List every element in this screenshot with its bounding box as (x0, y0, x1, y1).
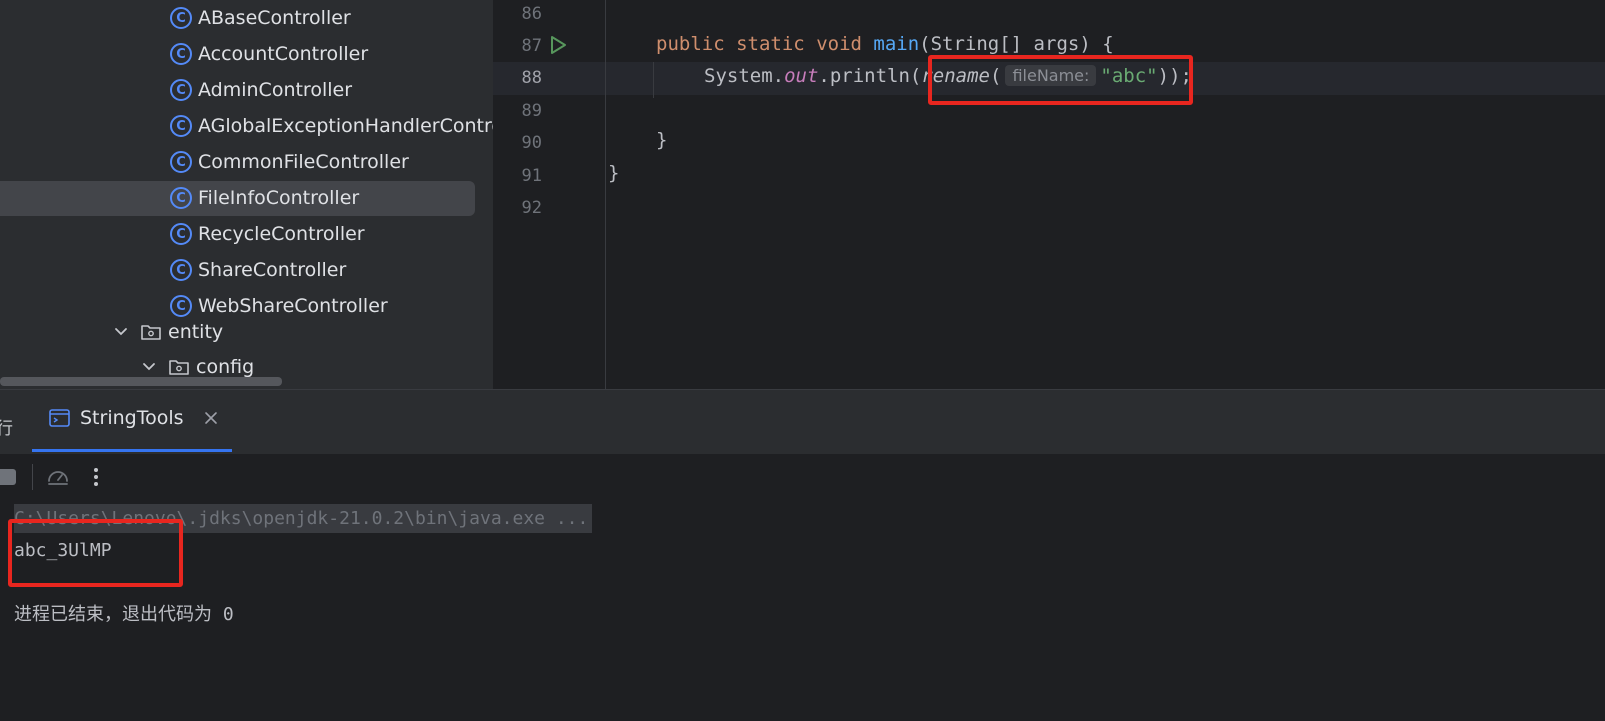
class-icon: C (170, 259, 192, 281)
line-number: 88 (521, 68, 542, 88)
tree-item-class[interactable]: C CommonFileController (0, 144, 493, 180)
console-output[interactable]: C:\Users\Lenovo\.jdks\openjdk-21.0.2\bin… (0, 500, 1605, 721)
keyword: static (736, 33, 805, 55)
code-line-90: } (656, 129, 668, 151)
code-text: ( (990, 65, 1002, 87)
folder-entity[interactable]: entity (0, 314, 493, 350)
code-text: .println( (818, 65, 922, 87)
chevron-down-icon[interactable] (140, 358, 158, 376)
tab-stringtools[interactable]: StringTools (49, 403, 218, 433)
class-icon: C (170, 151, 192, 173)
horizontal-scrollbar[interactable] (0, 377, 282, 386)
tree-item-label: ShareController (198, 259, 347, 281)
tree-item-class[interactable]: C ShareController (0, 252, 493, 288)
tree-item-label: RecycleController (198, 223, 365, 245)
code-text: System. (704, 65, 785, 87)
tab-label: StringTools (80, 407, 184, 429)
line-number: 89 (521, 101, 542, 121)
tree-item-label: AGlobalExceptionHandlerContro (198, 115, 493, 137)
code-line-88: System.out.println(rename(fileName: "abc"… (704, 65, 1192, 87)
run-toolbar (0, 454, 1605, 500)
run-tab-bar: 行 StringTools (0, 390, 1605, 454)
stop-icon[interactable] (0, 469, 16, 485)
chevron-down-icon[interactable] (112, 323, 130, 341)
console-command-line: C:\Users\Lenovo\.jdks\openjdk-21.0.2\bin… (14, 504, 593, 533)
indent-guide (605, 0, 606, 389)
method-name: main (873, 33, 920, 55)
previous-tab-label[interactable]: 行 (0, 414, 13, 439)
tree-item-label: CommonFileController (198, 151, 409, 173)
project-tree: C ABaseController C AccountController C Admin… (0, 0, 493, 389)
tree-item-class[interactable]: C AdminController (0, 72, 493, 108)
class-icon: C (170, 115, 192, 137)
active-tab-indicator (32, 449, 232, 452)
keyword: void (816, 33, 862, 55)
code-line-87: public static void main(String[] args) { (656, 33, 1114, 55)
tree-item-label: AdminController (198, 79, 353, 101)
class-icon: C (170, 187, 192, 209)
class-icon: C (170, 79, 192, 101)
tree-item-class[interactable]: C AccountController (0, 36, 493, 72)
profiler-gauge-icon[interactable] (46, 465, 70, 489)
class-icon: C (170, 7, 192, 29)
field-name: out (784, 65, 819, 87)
folder-icon (169, 360, 189, 375)
method-call: rename (921, 65, 990, 87)
more-options-icon[interactable] (88, 465, 104, 489)
tree-item-label: AccountController (198, 43, 369, 65)
class-icon: C (170, 223, 192, 245)
code-line-91: } (608, 162, 620, 184)
code-text: (String[] args) { (919, 33, 1114, 55)
tree-item-class[interactable]: C RecycleController (0, 216, 493, 252)
line-number: 92 (521, 198, 542, 218)
tree-item-class[interactable]: C FileInfoController (0, 180, 493, 216)
string-literal: "abc" (1100, 65, 1158, 87)
class-icon: C (170, 43, 192, 65)
parameter-hint: fileName: (1005, 65, 1097, 86)
code-editor[interactable]: 86 87 88 89 90 91 92 public static void … (493, 0, 1605, 389)
code-text: )); (1157, 65, 1192, 87)
line-number: 87 (521, 36, 542, 56)
keyword: public (656, 33, 725, 55)
indent-guide (653, 62, 654, 98)
tree-item-label: ABaseController (198, 7, 351, 29)
folder-label: entity (168, 321, 224, 343)
folder-label: config (196, 356, 255, 378)
console-icon (49, 409, 70, 427)
line-number: 90 (521, 133, 542, 153)
line-number: 91 (521, 166, 542, 186)
run-tool-window: 行 StringTools C:\Users\Lenovo\.jdks\open… (0, 389, 1605, 721)
tree-item-label: FileInfoController (198, 187, 360, 209)
close-icon[interactable] (204, 411, 218, 425)
run-icon[interactable] (549, 35, 567, 55)
console-output-line: abc_3UlMP (14, 540, 112, 561)
line-number: 86 (521, 4, 542, 24)
folder-icon (141, 325, 161, 340)
console-exit-message: 进程已结束，退出代码为 0 (14, 604, 234, 625)
tree-item-class[interactable]: C AGlobalExceptionHandlerContro (0, 108, 493, 144)
tree-item-class[interactable]: C ABaseController (0, 0, 493, 36)
toolbar-separator (32, 464, 33, 490)
